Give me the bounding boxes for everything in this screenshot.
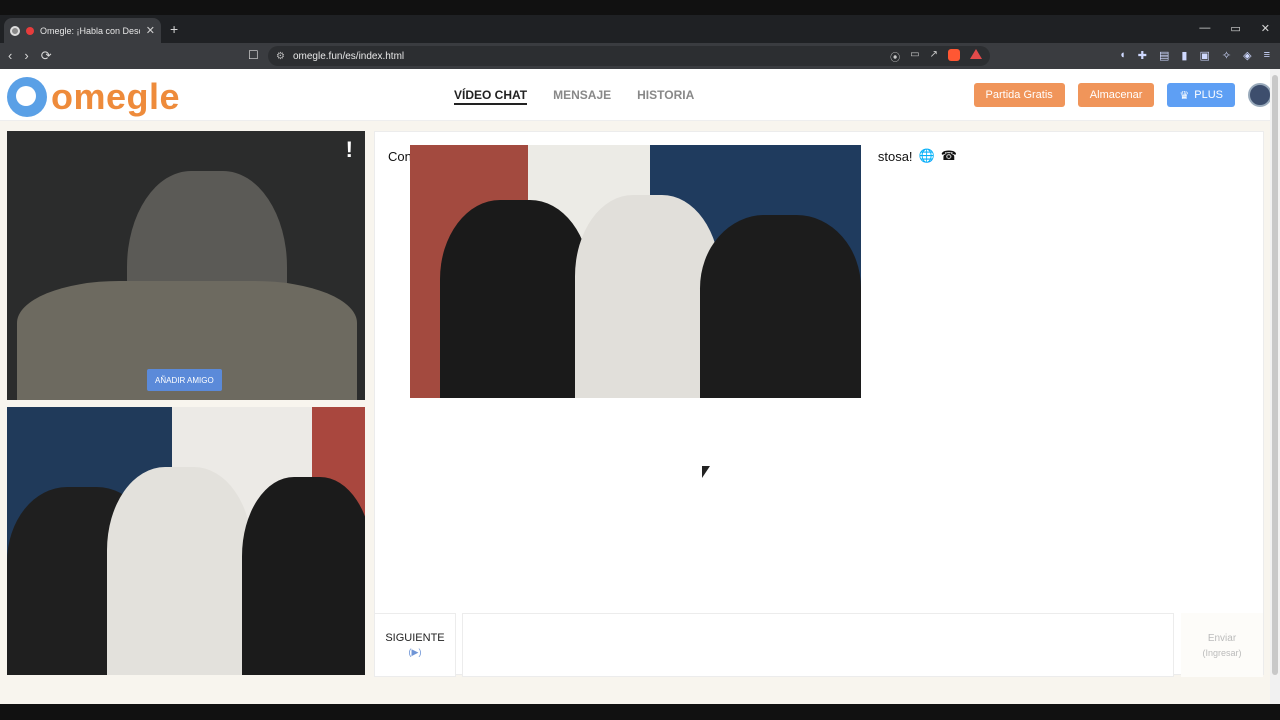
popup-video — [410, 145, 861, 398]
logo[interactable]: omegle — [7, 76, 180, 118]
self-video: ! AÑADIR AMIGO — [7, 131, 365, 400]
nav-controls: ‹ › ⟳ — [8, 48, 52, 64]
page-scrollbar[interactable] — [1270, 69, 1280, 704]
send-button[interactable]: Enviar (Ingresar) — [1181, 613, 1263, 677]
header-actions: Partida Gratis Almacenar ♛ PLUS — [973, 83, 1272, 107]
address-bar[interactable]: ⚙ omegle.fun/es/index.html ⦿ ▭ ↗ — [268, 46, 990, 66]
recording-icon — [26, 26, 34, 35]
browser-window: Omegle: ¡Habla con Descono ✕ + — ▭ ✕ ‹ ›… — [0, 0, 1280, 720]
chat-bubble-logo-icon — [7, 77, 47, 117]
avatar[interactable] — [1248, 83, 1272, 107]
nav-message[interactable]: MENSAJE — [553, 88, 611, 105]
chat-message-left: Con — [388, 148, 412, 164]
new-tab-button[interactable]: + — [170, 21, 178, 37]
popup-person-right — [700, 215, 861, 398]
brave-shield-icon[interactable] — [948, 48, 960, 61]
popup-person-middle — [575, 195, 720, 398]
site-header: omegle VÍDEO CHAT MENSAJE HISTORIA Parti… — [0, 69, 1280, 121]
rewards-icon[interactable] — [970, 48, 982, 59]
plus-button[interactable]: ♛ PLUS — [1167, 83, 1235, 107]
next-hint: (▶) — [408, 647, 422, 657]
add-friend-button[interactable]: AÑADIR AMIGO — [147, 369, 222, 391]
extensions-icon[interactable]: ✚ — [1138, 49, 1147, 62]
url-text: omegle.fun/es/index.html — [292, 50, 405, 62]
share-icon[interactable]: ↗ — [930, 49, 938, 64]
next-button[interactable]: SIGUIENTE (▶) — [374, 613, 456, 677]
titlebar: Omegle: ¡Habla con Descono ✕ + — ▭ ✕ — [0, 15, 1280, 43]
store-button[interactable]: Almacenar — [1077, 83, 1155, 107]
page: omegle VÍDEO CHAT MENSAJE HISTORIA Parti… — [0, 69, 1280, 704]
reader-icon[interactable]: ▤ — [1159, 49, 1169, 62]
plus-label: PLUS — [1194, 89, 1223, 101]
menu-icon[interactable]: ≡ — [1264, 49, 1270, 62]
globe-icon: 🌐 — [918, 148, 935, 163]
tab-omegle[interactable]: Omegle: ¡Habla con Descono ✕ — [4, 18, 161, 43]
free-game-button[interactable]: Partida Gratis — [973, 83, 1065, 107]
site-info-icon[interactable]: ⚙ — [276, 51, 285, 62]
popup-person-left — [440, 200, 590, 398]
window-controls: — ▭ ✕ — [1199, 22, 1270, 35]
partner-video — [7, 407, 365, 675]
vpn-icon[interactable]: ◈ — [1243, 49, 1251, 62]
send-label: Enviar — [1207, 632, 1237, 644]
site-icon — [10, 25, 20, 36]
nav-video-chat[interactable]: VÍDEO CHAT — [454, 88, 528, 105]
back-icon[interactable]: ‹ — [8, 48, 12, 64]
minimize-icon[interactable]: — — [1199, 22, 1210, 35]
next-label: SIGUIENTE — [385, 632, 445, 644]
report-icon[interactable]: ! — [346, 137, 353, 163]
close-tab-icon[interactable]: ✕ — [146, 24, 155, 37]
send-hint: (Ingresar) — [1202, 647, 1242, 658]
bookmark-icon[interactable]: ☐ — [248, 48, 259, 62]
message-input[interactable] — [462, 613, 1174, 677]
person-right — [242, 477, 365, 675]
forward-icon[interactable]: › — [24, 48, 28, 64]
broadcast-icon[interactable]: ⦿ — [890, 49, 900, 64]
phone-icon: ☎ — [940, 148, 957, 163]
tab-title: Omegle: ¡Habla con Descono — [40, 25, 140, 36]
wallet-icon[interactable]: ▣ — [1199, 49, 1209, 62]
main-nav: VÍDEO CHAT MENSAJE HISTORIA — [454, 88, 694, 105]
speaker-icon[interactable]: ◖ — [1119, 49, 1126, 62]
logo-text: omegle — [51, 76, 181, 117]
person-middle — [107, 467, 252, 675]
sidebar-icon[interactable]: ▮ — [1181, 49, 1187, 62]
address-bar-actions: ⦿ ▭ ↗ — [890, 48, 982, 64]
chat-message-right: stosa! — [877, 148, 913, 164]
scrollbar-thumb[interactable] — [1272, 75, 1278, 675]
mouse-cursor-icon — [702, 466, 710, 478]
reload-icon[interactable]: ⟳ — [41, 48, 52, 64]
crown-icon: ♛ — [1179, 89, 1190, 102]
extensions-bar: ◖ ✚ ▤ ▮ ▣ ✧ ◈ ≡ — [1119, 49, 1270, 62]
cast-icon[interactable]: ▭ — [910, 49, 919, 64]
ai-icon[interactable]: ✧ — [1222, 49, 1231, 62]
browser-toolbar: ‹ › ⟳ ☐ ⚙ omegle.fun/es/index.html ⦿ ▭ ↗… — [0, 43, 1280, 69]
close-window-icon[interactable]: ✕ — [1261, 22, 1270, 35]
nav-history[interactable]: HISTORIA — [637, 88, 694, 105]
restore-icon[interactable]: ▭ — [1230, 22, 1240, 35]
